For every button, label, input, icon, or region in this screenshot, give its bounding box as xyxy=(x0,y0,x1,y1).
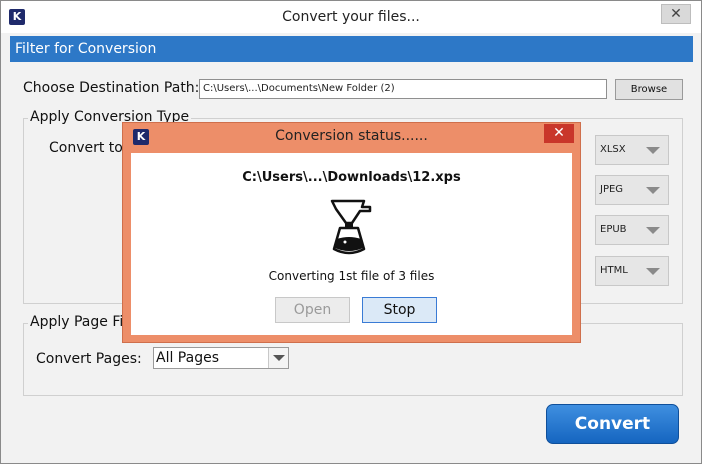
format-select-html[interactable]: HTML xyxy=(595,256,669,286)
format-value: HTML xyxy=(600,265,628,276)
filter-header: Filter for Conversion xyxy=(10,36,693,62)
dialog-body: C:\Users\...\Downloads\12.xps Converting… xyxy=(131,153,572,335)
destination-path-label: Choose Destination Path: xyxy=(23,80,200,96)
chevron-down-icon xyxy=(273,355,285,361)
chevron-down-icon xyxy=(646,268,660,275)
dialog-close-button[interactable]: ✕ xyxy=(544,124,574,143)
chevron-down-icon xyxy=(646,227,660,234)
browse-button[interactable]: Browse xyxy=(615,79,683,100)
convert-pages-select[interactable]: All Pages xyxy=(153,347,289,369)
coffee-maker-icon xyxy=(330,199,372,255)
pages-value: All Pages xyxy=(156,350,219,366)
current-file-path: C:\Users\...\Downloads\12.xps xyxy=(242,170,461,185)
format-value: EPUB xyxy=(600,224,627,235)
stop-button[interactable]: Stop xyxy=(362,297,437,323)
format-select-epub[interactable]: EPUB xyxy=(595,215,669,245)
window-close-button[interactable]: ✕ xyxy=(661,4,691,24)
dialog-title: Conversion status...... xyxy=(275,128,428,144)
format-value: XLSX xyxy=(600,144,626,155)
title-bar: K Convert your files... ✕ xyxy=(1,1,701,33)
destination-path-input[interactable]: C:\Users\...\Documents\New Folder (2) xyxy=(199,79,607,99)
open-button[interactable]: Open xyxy=(275,297,350,323)
convert-to-label: Convert to: xyxy=(49,140,128,156)
convert-button[interactable]: Convert xyxy=(546,404,679,444)
format-value: JPEG xyxy=(600,184,624,195)
convert-pages-label: Convert Pages: xyxy=(36,351,142,367)
conversion-status-dialog: K Conversion status...... ✕ C:\Users\...… xyxy=(122,122,581,343)
dropdown-button[interactable] xyxy=(268,348,288,368)
format-select-jpeg[interactable]: JPEG xyxy=(595,175,669,205)
window-title: Convert your files... xyxy=(282,9,420,25)
format-select-xlsx[interactable]: XLSX xyxy=(595,135,669,165)
chevron-down-icon xyxy=(646,147,660,154)
conversion-progress-text: Converting 1st file of 3 files xyxy=(268,269,435,283)
chevron-down-icon xyxy=(646,187,660,194)
